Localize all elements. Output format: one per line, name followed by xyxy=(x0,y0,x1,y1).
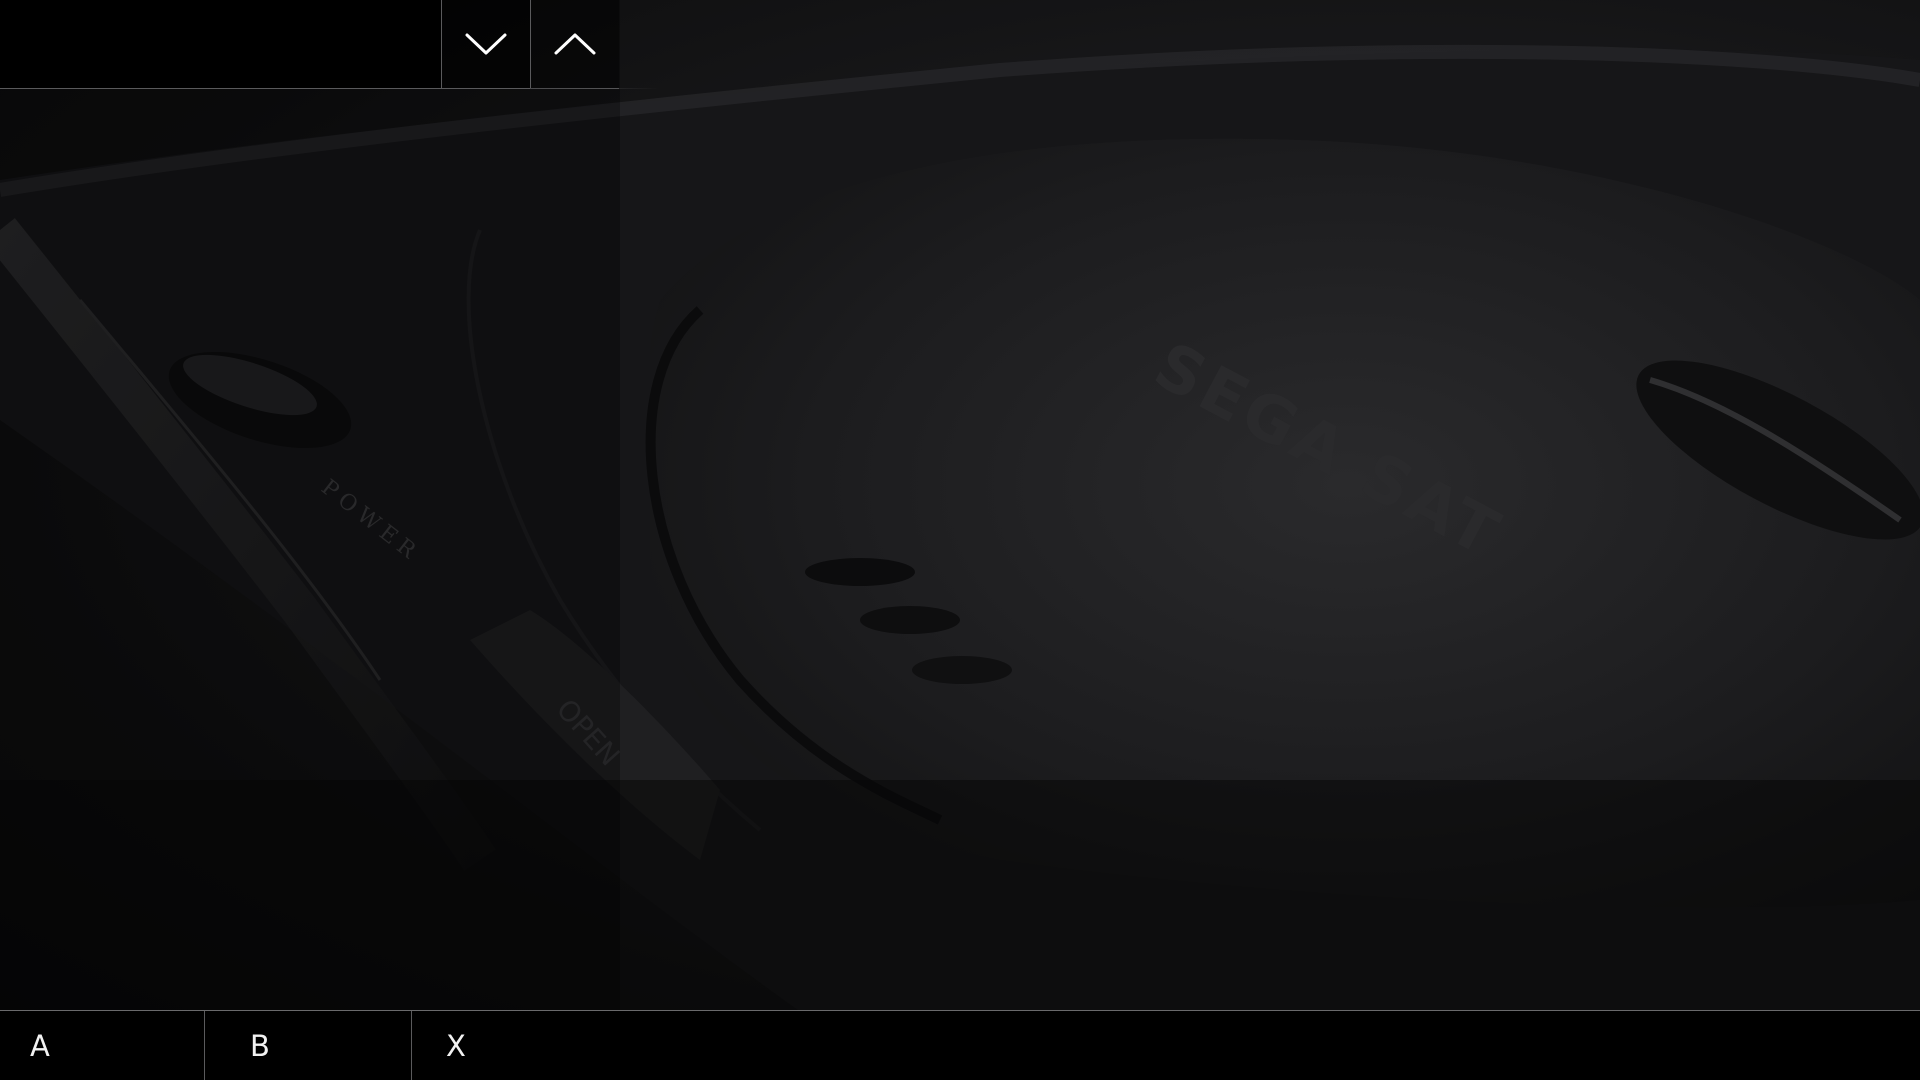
bottom-button-bar: A B X xyxy=(0,1010,1920,1080)
page-title xyxy=(0,0,441,89)
top-bar-divider xyxy=(530,88,660,89)
top-navigation-bar xyxy=(0,0,660,89)
button-b[interactable]: B xyxy=(204,1011,411,1080)
scroll-up-button[interactable] xyxy=(530,0,619,89)
left-panel-overlay xyxy=(0,0,620,1010)
button-b-label: B xyxy=(250,1028,270,1063)
button-a[interactable]: A xyxy=(0,1011,204,1080)
chevron-up-icon xyxy=(553,31,597,57)
chevron-down-icon xyxy=(464,31,508,57)
button-x[interactable]: X xyxy=(411,1011,611,1080)
scroll-down-button[interactable] xyxy=(441,0,530,89)
main-screen: POWER OPEN SEGA SAT A B X xyxy=(0,0,1920,1080)
button-x-label: X xyxy=(446,1028,466,1063)
button-a-label: A xyxy=(30,1028,50,1063)
